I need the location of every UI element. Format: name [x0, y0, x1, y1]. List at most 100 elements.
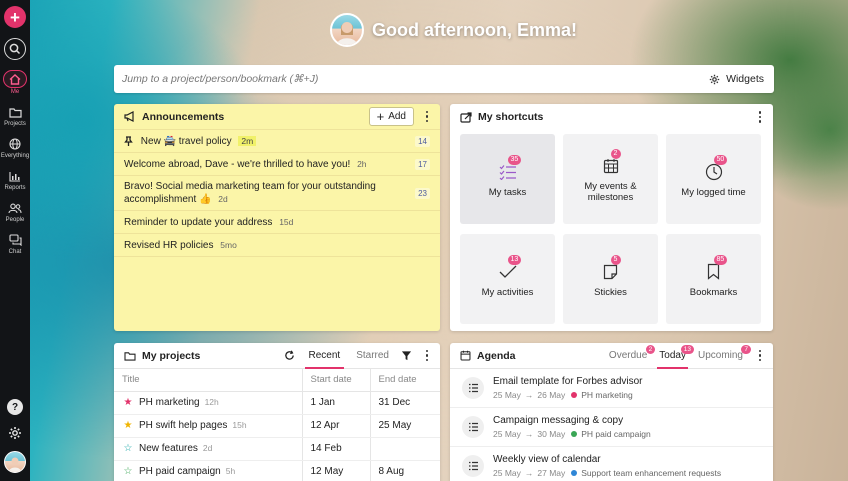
- more-options-icon[interactable]: [422, 110, 432, 123]
- projects-tabs: Recent Starred: [301, 343, 397, 369]
- table-row[interactable]: ★ PH swift help pages 15h 12 Apr 25 May: [114, 414, 440, 438]
- shortcut-my-events[interactable]: 2 My events & milestones: [563, 134, 658, 224]
- shortcut-my-activities[interactable]: 13 My activities: [460, 234, 555, 324]
- start-date: 12 May: [301, 460, 370, 481]
- project-title[interactable]: PH swift help pages: [139, 420, 227, 431]
- more-options-icon[interactable]: [422, 349, 432, 362]
- announcement-item[interactable]: Welcome abroad, Dave - we're thrilled to…: [114, 153, 440, 176]
- filter-icon[interactable]: [401, 350, 412, 361]
- widgets-button[interactable]: Widgets: [709, 73, 764, 85]
- tab-upcoming[interactable]: Upcoming 7: [692, 343, 751, 369]
- announcement-age: 15d: [279, 216, 294, 227]
- refresh-icon[interactable]: [284, 350, 295, 361]
- project-color-dot: [571, 431, 578, 437]
- announcements-title: Announcements: [124, 111, 369, 123]
- start-date: 1 Jan: [301, 391, 370, 415]
- project-title[interactable]: PH paid campaign: [139, 466, 221, 477]
- announcement-age: 5mo: [220, 239, 237, 250]
- rail-item-projects[interactable]: Projects: [0, 104, 30, 127]
- announcement-text: Reminder to update your address: [124, 216, 273, 228]
- table-row[interactable]: ☆ PH paid campaign 5h 12 May 8 Aug: [114, 460, 440, 481]
- announcement-item[interactable]: Reminder to update your address 15d: [114, 211, 440, 234]
- avatar: [330, 13, 364, 47]
- announcement-item[interactable]: Revised HR policies 5mo: [114, 234, 440, 257]
- to-date: 30 May: [537, 429, 566, 439]
- shortcut-my-logged-time[interactable]: 50 My logged time: [666, 134, 761, 224]
- project-name[interactable]: Support team enhancement requests: [581, 468, 721, 478]
- star-icon[interactable]: ★: [122, 397, 134, 408]
- add-announcement-button[interactable]: + Add: [368, 107, 414, 126]
- column-header[interactable]: Start date: [301, 369, 370, 392]
- project-name[interactable]: PH marketing: [581, 390, 633, 400]
- search-input[interactable]: Jump to a project/person/bookmark (⌘+J): [122, 73, 709, 85]
- shortcut-label: My events & milestones: [584, 181, 637, 203]
- announcement-item[interactable]: New 🚔 travel policy 2m 14: [114, 130, 440, 153]
- shortcut-stickies[interactable]: 5 Stickies: [563, 234, 658, 324]
- agenda-item[interactable]: Campaign messaging & copy 25 May → 30 Ma…: [450, 408, 773, 447]
- tab-starred[interactable]: Starred: [348, 343, 397, 369]
- more-options-icon[interactable]: [755, 111, 765, 123]
- agenda-item-title[interactable]: Campaign messaging & copy: [493, 414, 651, 427]
- tab-today[interactable]: Today 13: [653, 343, 694, 369]
- projects-table: Title Start date End date ★ PH marketing 1…: [114, 369, 440, 481]
- star-icon[interactable]: ★: [122, 420, 134, 431]
- start-date: 12 Apr: [301, 414, 370, 438]
- shortcut-my-tasks[interactable]: 35 My tasks: [460, 134, 555, 224]
- announcement-item[interactable]: Bravo! Social media marketing team for y…: [114, 176, 440, 211]
- project-title[interactable]: PH marketing: [139, 397, 200, 408]
- agenda-item-title[interactable]: Weekly view of calendar: [493, 453, 721, 466]
- end-date: [369, 437, 440, 461]
- announcement-count: 17: [415, 158, 430, 170]
- create-button[interactable]: +: [4, 6, 26, 28]
- rail-item-everything[interactable]: Everything: [0, 136, 30, 159]
- announcement-text: Welcome abroad, Dave - we're thrilled to…: [124, 158, 351, 170]
- agenda-item[interactable]: Email template for Forbes advisor 25 May…: [450, 369, 773, 408]
- rail-nav: Me Projects Everything Reports People Ch…: [0, 70, 30, 264]
- rail-item-label: Chat: [8, 249, 22, 255]
- help-icon[interactable]: ?: [7, 399, 23, 415]
- card-title: Agenda: [477, 349, 516, 362]
- rail-item-me[interactable]: Me: [0, 70, 30, 95]
- star-outline-icon[interactable]: ☆: [122, 466, 134, 477]
- star-outline-icon[interactable]: ☆: [122, 443, 134, 454]
- left-rail: + Me Projects Everything Reports People …: [0, 0, 30, 481]
- project-age: 12h: [204, 397, 219, 407]
- agenda-item[interactable]: Weekly view of calendar 25 May → 27 May …: [450, 447, 773, 481]
- card-title: My shortcuts: [478, 111, 544, 123]
- shortcut-label: My logged time: [681, 186, 746, 198]
- task-list-icon: [462, 416, 484, 438]
- tab-overdue[interactable]: Overdue 2: [603, 343, 656, 369]
- project-title[interactable]: New features: [139, 443, 198, 454]
- settings-button[interactable]: [7, 425, 23, 441]
- rail-item-label: Everything: [0, 153, 30, 159]
- rail-bottom: ?: [4, 399, 26, 473]
- user-avatar[interactable]: [4, 451, 26, 473]
- agenda-header: Agenda Overdue 2 Today 13 Upcoming 7: [450, 343, 773, 369]
- column-header[interactable]: Title: [114, 369, 302, 392]
- badge: 85: [713, 254, 728, 265]
- column-header[interactable]: End date: [369, 369, 440, 392]
- pin-icon: [124, 136, 133, 146]
- announcement-text: New 🚔 travel policy: [140, 135, 232, 147]
- rail-item-reports[interactable]: Reports: [0, 168, 30, 191]
- agenda-item-meta: 25 May → 26 May PH marketing: [493, 390, 643, 400]
- add-label: Add: [388, 111, 406, 122]
- search-icon: [9, 43, 21, 55]
- shortcuts-title: My shortcuts: [460, 111, 755, 123]
- table-row[interactable]: ☆ New features 2d 14 Feb: [114, 437, 440, 461]
- shortcut-label: My activities: [481, 286, 534, 298]
- jump-search-bar[interactable]: Jump to a project/person/bookmark (⌘+J) …: [114, 65, 774, 93]
- to-date: 26 May: [537, 390, 566, 400]
- chat-icon: [7, 232, 23, 248]
- checkmark-icon: 13: [496, 254, 522, 283]
- rail-item-people[interactable]: People: [0, 200, 30, 223]
- search-button[interactable]: [4, 38, 26, 60]
- more-options-icon[interactable]: [755, 349, 765, 362]
- shortcut-bookmarks[interactable]: 85 Bookmarks: [666, 234, 761, 324]
- task-list-icon: [462, 377, 484, 399]
- rail-item-chat[interactable]: Chat: [0, 232, 30, 255]
- tab-recent[interactable]: Recent: [301, 343, 349, 369]
- project-name[interactable]: PH paid campaign: [581, 429, 650, 439]
- table-row[interactable]: ★ PH marketing 12h 1 Jan 31 Dec: [114, 391, 440, 415]
- agenda-item-title[interactable]: Email template for Forbes advisor: [493, 375, 643, 388]
